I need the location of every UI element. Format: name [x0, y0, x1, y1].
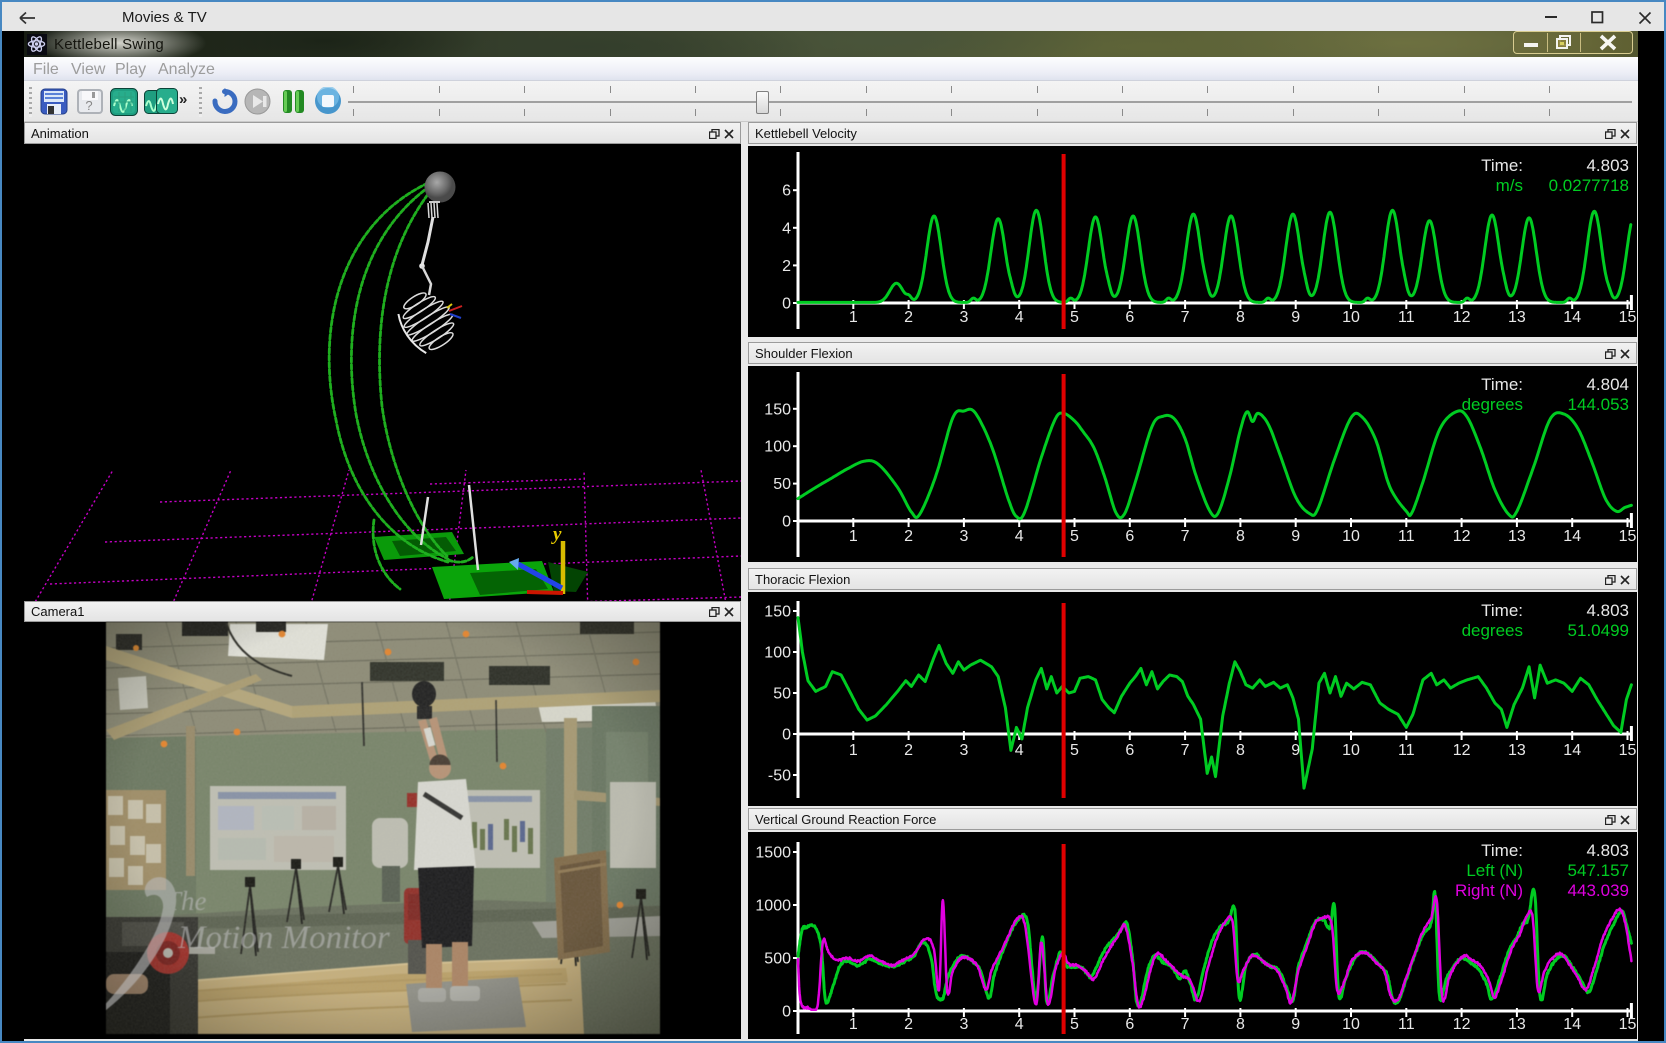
svg-text:4.803: 4.803 [1586, 156, 1629, 175]
svg-text:1500: 1500 [755, 845, 791, 862]
svg-text:547.157: 547.157 [1568, 861, 1629, 880]
svg-text:12: 12 [1453, 1016, 1471, 1033]
svg-text:y: y [551, 524, 562, 545]
svg-text:1: 1 [849, 309, 858, 326]
svg-text:15: 15 [1619, 528, 1637, 545]
svg-text:11: 11 [1398, 528, 1415, 545]
svg-text:6: 6 [1125, 1016, 1134, 1033]
svg-text:9: 9 [1291, 1016, 1300, 1033]
svg-text:4: 4 [1015, 309, 1024, 326]
svg-text:11: 11 [1398, 309, 1415, 326]
svg-text:13: 13 [1508, 1016, 1526, 1033]
svg-text:100: 100 [764, 645, 791, 662]
svg-text:0.0277718: 0.0277718 [1549, 176, 1629, 195]
svg-text:Motion Monitor: Motion Monitor [177, 920, 390, 956]
svg-text:3: 3 [959, 309, 968, 326]
svg-text:1: 1 [849, 528, 858, 545]
svg-text:5: 5 [1070, 309, 1079, 326]
svg-text:10: 10 [1342, 309, 1360, 326]
svg-text:10: 10 [1342, 742, 1360, 759]
svg-text:Time:: Time: [1481, 841, 1523, 860]
svg-text:0: 0 [782, 514, 791, 531]
svg-text:4: 4 [1015, 742, 1024, 759]
svg-text:Left (N): Left (N) [1466, 861, 1523, 880]
svg-text:5: 5 [1070, 742, 1079, 759]
svg-text:0: 0 [782, 1004, 791, 1021]
svg-text:3: 3 [959, 528, 968, 545]
svg-text:13: 13 [1508, 528, 1526, 545]
svg-text:4.803: 4.803 [1586, 841, 1629, 860]
svg-text:?: ? [85, 98, 92, 113]
svg-text:9: 9 [1291, 742, 1300, 759]
svg-text:Time:: Time: [1481, 156, 1523, 175]
svg-text:10: 10 [1342, 1016, 1360, 1033]
svg-text:8: 8 [1236, 1016, 1245, 1033]
svg-text:6: 6 [1125, 528, 1134, 545]
svg-text:51.0499: 51.0499 [1568, 621, 1629, 640]
svg-text:Right (N): Right (N) [1455, 881, 1523, 900]
svg-text:14: 14 [1563, 742, 1581, 759]
svg-text:5: 5 [1070, 1016, 1079, 1033]
svg-text:Time:: Time: [1481, 601, 1523, 620]
svg-text:15: 15 [1619, 1016, 1637, 1033]
svg-text:7: 7 [1181, 309, 1190, 326]
svg-text:Time:: Time: [1481, 375, 1523, 394]
svg-text:degrees: degrees [1462, 395, 1523, 414]
svg-text:1000: 1000 [755, 898, 791, 915]
svg-text:7: 7 [1181, 742, 1190, 759]
svg-text:10: 10 [1342, 528, 1360, 545]
svg-text:2: 2 [904, 1016, 913, 1033]
svg-text:50: 50 [773, 476, 791, 493]
svg-text:6: 6 [782, 183, 791, 200]
svg-text:1: 1 [849, 1016, 858, 1033]
svg-text:12: 12 [1453, 309, 1471, 326]
svg-text:0: 0 [782, 727, 791, 744]
svg-text:-50: -50 [768, 768, 791, 785]
svg-text:9: 9 [1291, 528, 1300, 545]
svg-text:14: 14 [1563, 309, 1581, 326]
svg-text:14: 14 [1563, 528, 1581, 545]
svg-text:12: 12 [1453, 528, 1471, 545]
svg-text:2: 2 [904, 309, 913, 326]
svg-text:6: 6 [1125, 309, 1134, 326]
svg-text:6: 6 [1125, 742, 1134, 759]
svg-text:50: 50 [773, 686, 791, 703]
svg-text:1: 1 [849, 742, 858, 759]
svg-text:0: 0 [782, 296, 791, 313]
svg-text:150: 150 [764, 604, 791, 621]
svg-text:degrees: degrees [1462, 621, 1523, 640]
svg-text:3: 3 [959, 742, 968, 759]
svg-text:2: 2 [782, 258, 791, 275]
svg-text:11: 11 [1398, 742, 1415, 759]
svg-text:4: 4 [1015, 1016, 1024, 1033]
svg-text:4: 4 [1015, 528, 1024, 545]
svg-text:7: 7 [1181, 1016, 1190, 1033]
svg-text:13: 13 [1508, 742, 1526, 759]
svg-text:11: 11 [1398, 1016, 1415, 1033]
svg-text:8: 8 [1236, 742, 1245, 759]
svg-text:4: 4 [782, 220, 791, 237]
svg-text:The: The [166, 886, 207, 916]
svg-text:8: 8 [1236, 528, 1245, 545]
svg-text:7: 7 [1181, 528, 1190, 545]
svg-text:150: 150 [764, 401, 791, 418]
svg-text:3: 3 [959, 1016, 968, 1033]
svg-text:15: 15 [1619, 309, 1637, 326]
svg-text:2: 2 [904, 742, 913, 759]
svg-text:4.803: 4.803 [1586, 601, 1629, 620]
svg-text:500: 500 [764, 951, 791, 968]
svg-text:144.053: 144.053 [1568, 395, 1629, 414]
svg-text:14: 14 [1563, 1016, 1581, 1033]
svg-text:100: 100 [764, 439, 791, 456]
svg-text:4.804: 4.804 [1586, 375, 1629, 394]
svg-text:15: 15 [1619, 742, 1637, 759]
svg-text:12: 12 [1453, 742, 1471, 759]
svg-text:443.039: 443.039 [1568, 881, 1629, 900]
svg-text:8: 8 [1236, 309, 1245, 326]
svg-text:m/s: m/s [1496, 176, 1523, 195]
svg-text:2: 2 [904, 528, 913, 545]
svg-text:9: 9 [1291, 309, 1300, 326]
svg-text:13: 13 [1508, 309, 1526, 326]
svg-text:5: 5 [1070, 528, 1079, 545]
